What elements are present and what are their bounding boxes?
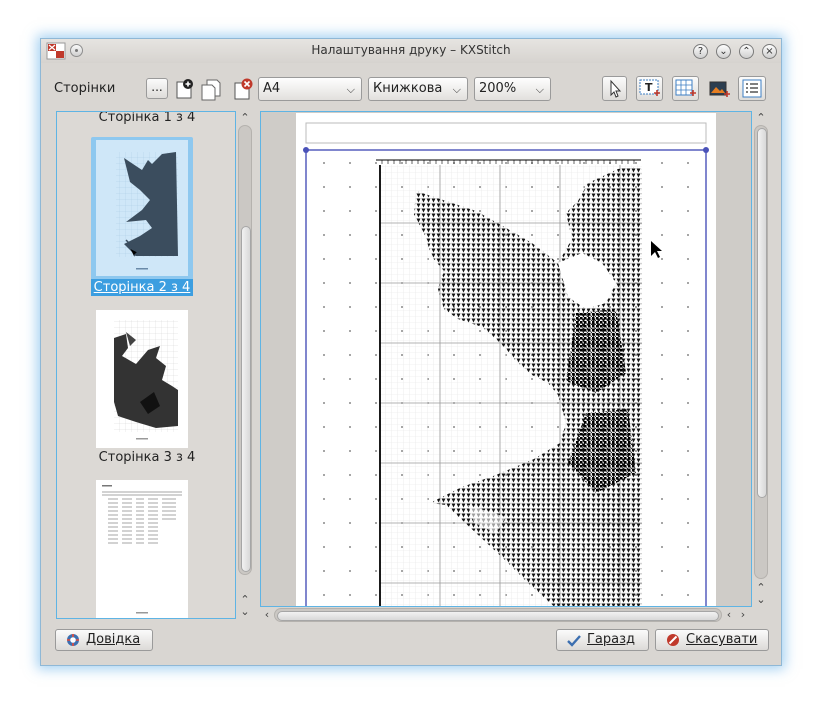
- scroll-down-icon[interactable]: ⌄: [754, 593, 768, 606]
- preview-horizontal-scrollbar[interactable]: ‹ ‹ ›: [260, 608, 752, 622]
- svg-text:T: T: [645, 81, 653, 94]
- scroll-right-icon[interactable]: ›: [736, 608, 750, 621]
- orientation-value: Книжкова: [373, 81, 443, 96]
- key-element-button[interactable]: [738, 76, 766, 101]
- print-setup-window: Налаштування друку – KXStitch ? ⌄ ⌃ × Ст…: [40, 38, 782, 666]
- cancel-button[interactable]: Скасувати: [655, 629, 769, 651]
- scroll-up-icon[interactable]: ⌃: [754, 111, 768, 124]
- help-button[interactable]: Довідка: [55, 629, 153, 651]
- page-thumbnail-2[interactable]: [96, 140, 188, 276]
- page-caption: Сторінка 1 з 4: [98, 111, 196, 125]
- frame-handle[interactable]: [703, 147, 709, 153]
- pages-label: Сторінки: [54, 81, 116, 96]
- grid-icon: [675, 79, 696, 96]
- image-icon: [709, 81, 730, 97]
- pages-scrollbar[interactable]: ⌃ ⌃ ⌄: [238, 111, 252, 619]
- title-bar[interactable]: Налаштування друку – KXStitch ? ⌄ ⌃ ×: [41, 39, 781, 63]
- preview-hscroll-thumb[interactable]: [277, 611, 719, 621]
- legend-list-icon: [742, 79, 762, 98]
- image-element-button[interactable]: [707, 78, 731, 102]
- maximize-icon[interactable]: ⌃: [739, 44, 754, 59]
- cancel-icon: [667, 634, 679, 646]
- text-frame-icon: T: [639, 79, 660, 96]
- orientation-select[interactable]: Книжкова ⌵: [368, 77, 468, 101]
- insert-page-icon[interactable]: [199, 77, 223, 101]
- scroll-left-icon[interactable]: ‹: [260, 608, 274, 621]
- scroll-left-icon[interactable]: ‹: [722, 608, 736, 621]
- add-page-icon[interactable]: [173, 77, 197, 101]
- preview-hscroll-track[interactable]: [274, 608, 722, 622]
- checkmark-icon: [567, 635, 581, 647]
- preview-scroll-thumb[interactable]: [757, 128, 767, 498]
- page-caption-selected[interactable]: Сторінка 2 з 4: [91, 279, 193, 296]
- paper-size-select[interactable]: A4 ⌵: [258, 77, 362, 101]
- pages-scroll-track[interactable]: [238, 125, 252, 575]
- preview-scroll-track[interactable]: [754, 125, 768, 579]
- more-button[interactable]: ...: [146, 78, 168, 99]
- page-thumbnail-3[interactable]: [96, 310, 188, 448]
- pattern-element-button[interactable]: [672, 76, 699, 101]
- pointer-icon: [610, 79, 622, 98]
- scroll-up-icon[interactable]: ⌃: [238, 111, 252, 124]
- page-preview[interactable]: [296, 113, 716, 606]
- scroll-down-icon[interactable]: ⌄: [238, 605, 252, 618]
- chevron-down-icon: ⌵: [346, 83, 355, 96]
- frame-handle[interactable]: [303, 147, 309, 153]
- help-lifebuoy-icon: [67, 634, 79, 646]
- pages-list[interactable]: Сторінка 1 з 4 Сторінка 2 з 4 Сторінка 3…: [56, 111, 236, 619]
- help-question-icon[interactable]: ?: [693, 44, 708, 59]
- pages-scroll-thumb[interactable]: [241, 226, 251, 572]
- paper-size-value: A4: [263, 81, 281, 96]
- text-element-button[interactable]: T: [636, 76, 663, 101]
- delete-page-icon[interactable]: [231, 77, 255, 101]
- page-thumbnail-4[interactable]: [96, 480, 188, 618]
- help-button-label: Довідка: [86, 632, 141, 647]
- minimize-icon[interactable]: ⌄: [716, 44, 731, 59]
- ok-button-label: Гаразд: [587, 632, 636, 647]
- zoom-select[interactable]: 200% ⌵: [474, 77, 551, 101]
- chevron-down-icon: ⌵: [452, 83, 461, 96]
- chevron-down-icon: ⌵: [535, 83, 544, 96]
- print-preview[interactable]: [260, 111, 752, 607]
- window-title: Налаштування друку – KXStitch: [311, 43, 511, 57]
- cancel-button-label: Скасувати: [686, 632, 758, 647]
- close-icon[interactable]: ×: [762, 44, 777, 59]
- page-caption: Сторінка 3 з 4: [98, 450, 196, 465]
- ok-button[interactable]: Гаразд: [556, 629, 649, 651]
- select-tool-button[interactable]: [602, 76, 627, 101]
- zoom-value: 200%: [479, 81, 517, 96]
- preview-vertical-scrollbar[interactable]: ⌃ ⌃ ⌄: [754, 111, 768, 607]
- header-text-frame[interactable]: [305, 122, 707, 144]
